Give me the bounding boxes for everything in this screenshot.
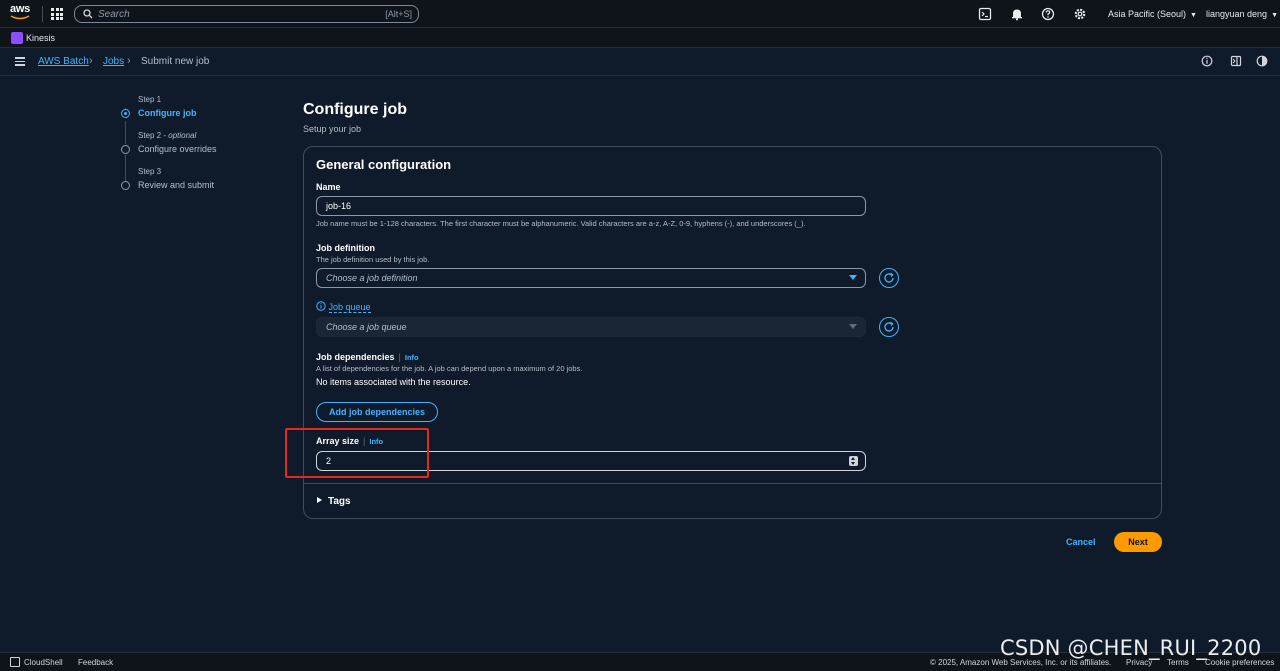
add-job-dependencies-button[interactable]: Add job dependencies [316,402,439,422]
step-2-optional: optional [168,131,197,140]
name-hint: Job name must be 1-128 characters. The f… [316,219,806,228]
step-1-title[interactable]: Configure job [138,108,197,118]
notifications-bell-icon[interactable] [1010,7,1024,21]
name-input[interactable]: job-16 [316,196,866,216]
job-dependencies-info-link[interactable]: Info [405,353,419,362]
job-dependencies-description: A list of dependencies for the job. A jo… [316,364,583,373]
top-navigation: aws [Alt+S] Asia Pacific (Seoul)▼ liangy… [0,0,1280,28]
panel-title: General configuration [316,157,452,172]
service-shortcut-kinesis[interactable]: Kinesis [26,33,55,43]
job-definition-select[interactable]: Choose a job definition [316,268,866,288]
step-2-number: Step 2 - optional [138,131,196,140]
job-definition-label: Job definition [316,243,375,253]
account-menu[interactable]: liangyuan deng ▼ [1206,9,1278,19]
breadcrumb-bar: AWS Batch › Jobs › Submit new job [0,48,1280,76]
smile-icon [10,15,30,20]
step-2-title: Configure overrides [138,144,217,154]
menu-hamburger-icon[interactable] [15,57,25,66]
aws-logo[interactable]: aws [10,4,34,24]
search-shortcut: [Alt+S] [385,9,412,19]
search-input[interactable] [98,8,368,20]
step-connector [125,155,126,181]
split-panel-icon[interactable] [1230,55,1242,67]
settings-gear-icon[interactable] [1073,7,1087,21]
separator: | [398,352,401,362]
tags-expander[interactable]: Tags [317,496,351,507]
info-panel-icon[interactable] [1201,55,1213,67]
user-name: liangyuan deng [1206,9,1268,19]
refresh-icon [884,272,894,283]
info-icon [316,301,326,311]
services-grid-icon[interactable] [51,8,63,20]
step-1-number: Step 1 [138,95,162,104]
job-queue-placeholder: Choose a job queue [326,322,407,332]
job-definition-description: The job definition used by this job. [316,255,430,264]
cancel-button[interactable]: Cancel [1066,537,1096,547]
number-spinner-icon[interactable] [849,456,858,466]
name-input-value: job-16 [326,201,352,211]
next-button[interactable]: Next [1114,532,1162,552]
region-label: Asia Pacific (Seoul) [1108,9,1187,19]
cloudshell-icon [10,657,20,667]
footer-feedback[interactable]: Feedback [78,658,113,667]
step-2-number-text: Step 2 - [138,131,169,140]
step-1-indicator [121,109,130,118]
step-2-indicator [121,145,130,154]
caret-down-icon: ▼ [1271,12,1278,19]
dark-mode-icon[interactable] [1256,55,1268,67]
job-dependencies-empty: No items associated with the resource. [316,377,471,387]
region-selector[interactable]: Asia Pacific (Seoul) ▼ [1108,9,1197,19]
job-queue-label: Job queue [328,302,371,313]
step-3-title: Review and submit [138,180,215,190]
caret-down-icon [849,324,857,329]
step-3-number: Step 3 [138,167,162,176]
breadcrumb-jobs[interactable]: Jobs [103,56,124,67]
breadcrumb-aws-batch[interactable]: AWS Batch [38,56,89,67]
help-icon[interactable] [1041,7,1055,21]
cloudshell-icon[interactable] [978,7,992,21]
chevron-right-icon: › [127,55,131,67]
search-icon [83,9,93,19]
step-3-indicator [121,181,130,190]
watermark: CSDN @CHEN_RUI_2200 [1000,636,1262,660]
caret-down-icon: ▼ [1190,12,1197,19]
step-connector [125,121,126,144]
divider [42,6,43,22]
job-dependencies-label: Job dependencies [316,352,395,362]
general-configuration-panel: General configuration Name job-16 Job na… [303,146,1162,519]
job-queue-select[interactable]: Choose a job queue [316,317,866,337]
caret-down-icon [849,275,857,280]
caret-right-icon [317,497,322,503]
page-subtitle: Setup your job [303,124,362,134]
tags-label: Tags [328,496,351,507]
job-definition-placeholder: Choose a job definition [326,273,418,283]
page-title: Configure job [303,101,407,118]
search-box[interactable]: [Alt+S] [74,5,419,23]
refresh-job-definitions-button[interactable] [879,268,899,288]
annotation-highlight-box [285,428,429,478]
footer-cloudshell[interactable]: CloudShell [24,658,63,667]
aws-logo-text: aws [10,3,30,15]
job-dependencies-label-row: Job dependencies | Info [316,352,419,362]
refresh-icon [884,321,894,332]
breadcrumb-current: Submit new job [141,56,210,67]
refresh-job-queues-button[interactable] [879,317,899,337]
job-queue-info-link[interactable]: Job queue [316,301,371,313]
section-divider [304,483,1161,484]
kinesis-service-icon [11,32,23,44]
chevron-right-icon: › [89,55,93,67]
name-label: Name [316,182,341,192]
service-bar: Kinesis [0,28,1280,48]
